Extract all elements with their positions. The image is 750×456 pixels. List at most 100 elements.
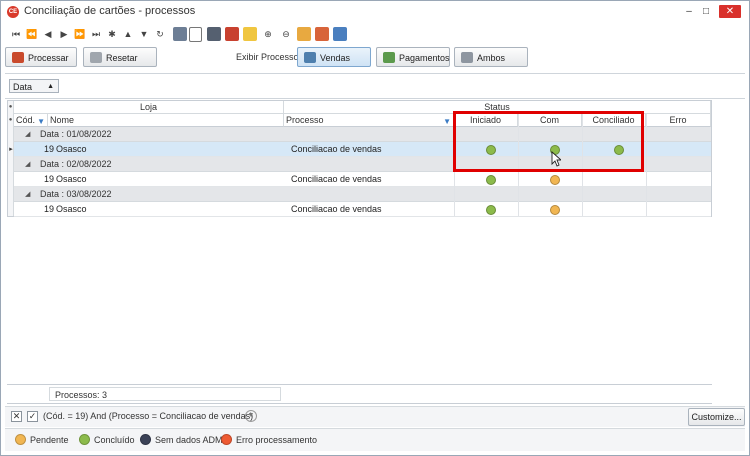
customize-button[interactable]: Customize... <box>688 408 745 426</box>
status-com-pendencias-dot <box>550 205 560 215</box>
column-divider <box>646 114 647 216</box>
group-row[interactable]: ◢ Data : 03/08/2022 <box>14 187 711 202</box>
erro-dot-icon <box>221 434 232 445</box>
band-loja: Loja <box>14 101 284 114</box>
filter-dropdown-icon[interactable]: ▼ <box>245 410 257 422</box>
status-legend: Pendente Concluído Sem dados ADM Erro pr… <box>5 428 745 451</box>
legend-pendente: Pendente <box>15 434 69 446</box>
column-header-erro[interactable]: Erro <box>646 114 711 127</box>
cell-nome: Osasco <box>56 144 87 154</box>
legend-label: Erro processamento <box>236 435 318 445</box>
pagamentos-icon <box>383 52 395 63</box>
legend-erro-processamento: Erro processamento <box>221 434 317 446</box>
processos-count: Processos: 3 <box>49 387 281 401</box>
tab-pagamentos-label: Pagamentos <box>399 53 450 63</box>
insert-record-icon[interactable]: ✱ <box>105 27 119 41</box>
table-row[interactable]: 19 Osasco Conciliacao de vendas <box>14 202 711 217</box>
prev-record-icon[interactable]: ◀ <box>41 27 55 41</box>
processar-button[interactable]: Processar <box>5 47 77 67</box>
email-icon[interactable] <box>243 27 257 41</box>
group-label: Data : 01/08/2022 <box>40 129 112 139</box>
status-com-pendencias-dot <box>550 175 560 185</box>
sem-dados-dot-icon <box>140 434 151 445</box>
resetar-button[interactable]: Resetar <box>83 47 157 67</box>
filter-expression[interactable]: (Cód. = 19) And (Processo = Conciliacao … <box>43 411 253 421</box>
exibir-processo-label: Exibir Processo: <box>236 52 302 62</box>
column-header-nome[interactable]: Nome <box>48 114 284 127</box>
clear-filter-icon[interactable]: ✕ <box>11 411 22 422</box>
app-logo-icon: CE <box>7 6 19 18</box>
first-record-icon[interactable]: ⏮ <box>9 27 23 41</box>
edit-up-icon[interactable]: ▲ <box>121 27 135 41</box>
tab-vendas-label: Vendas <box>320 53 351 63</box>
maximize-button[interactable]: □ <box>698 5 714 18</box>
collapse-icon[interactable]: ◢ <box>25 187 30 202</box>
window-title: Conciliação de cartões - processos <box>24 5 196 17</box>
resetar-icon <box>90 52 102 63</box>
filter-down-icon[interactable]: ▼ <box>137 27 151 41</box>
conciliacao-window: CE Conciliação de cartões - processos – … <box>0 0 750 456</box>
processar-icon <box>12 52 24 63</box>
next-record-icon[interactable]: ▶ <box>57 27 71 41</box>
status-iniciado-dot <box>486 205 496 215</box>
cell-cod: 19 <box>43 174 54 184</box>
mouse-cursor-icon <box>551 151 561 167</box>
cell-processo: Conciliacao de vendas <box>291 204 382 214</box>
filter-enabled-checkbox[interactable]: ✓ <box>27 411 38 422</box>
concluido-dot-icon <box>79 434 90 445</box>
group-label: Data : 02/08/2022 <box>40 159 112 169</box>
tab-vendas[interactable]: Vendas <box>297 47 371 67</box>
cell-processo: Conciliacao de vendas <box>291 174 382 184</box>
group-by-label: Data <box>13 82 33 92</box>
legend-sem-dados-adm: Sem dados ADM <box>140 434 223 446</box>
grid-summary-footer: Processos: 3 <box>7 384 712 404</box>
row-pointer-icon: ▸ <box>9 146 13 153</box>
print-icon[interactable] <box>207 27 221 41</box>
group-label: Data : 03/08/2022 <box>40 189 112 199</box>
cell-cod: 19 <box>43 204 54 214</box>
legend-concluido: Concluído <box>79 434 135 446</box>
processar-label: Processar <box>28 53 69 63</box>
minimize-button[interactable]: – <box>681 5 697 18</box>
status-highlight-box <box>453 111 644 172</box>
status-iniciado-dot <box>486 175 496 185</box>
column-header-processo[interactable]: Processo ▼ <box>284 114 454 127</box>
table-row[interactable]: 19 Osasco Conciliacao de vendas <box>14 172 711 187</box>
legend-label: Sem dados ADM <box>155 435 223 445</box>
report-icon[interactable] <box>297 27 311 41</box>
close-button[interactable]: ✕ <box>719 5 741 18</box>
legend-label: Concluído <box>94 435 135 445</box>
tab-ambos[interactable]: Ambos <box>454 47 528 67</box>
last-record-icon[interactable]: ⏭ <box>89 27 103 41</box>
collapse-icon[interactable]: ◢ <box>25 157 30 172</box>
tab-pagamentos[interactable]: Pagamentos <box>376 47 450 67</box>
collapse-icon[interactable]: ◢ <box>25 127 30 142</box>
toolbar: ⏮ ⏪ ◀ ▶ ⏩ ⏭ ✱ ▲ ▼ ↻ ⊕ ⊖ <box>3 25 743 45</box>
refresh-icon[interactable]: ↻ <box>153 27 167 41</box>
export-icon[interactable] <box>333 27 347 41</box>
vendas-icon <box>304 52 316 63</box>
title-bar: CE Conciliação de cartões - processos – … <box>1 1 749 23</box>
zoom-out-icon[interactable]: ⊖ <box>279 27 293 41</box>
folder-icon[interactable] <box>173 27 187 41</box>
zoom-in-icon[interactable]: ⊕ <box>261 27 275 41</box>
next-page-icon[interactable]: ⏩ <box>73 27 87 41</box>
cell-cod: 19 <box>43 144 54 154</box>
filter-bar: ✕ ✓ (Cód. = 19) And (Processo = Concilia… <box>5 406 745 427</box>
sort-asc-icon: ▲ <box>47 83 54 90</box>
process-bar: Processar Resetar Exibir Processo: Venda… <box>5 47 745 69</box>
column-processo-label: Processo <box>286 115 324 125</box>
prev-page-icon[interactable]: ⏪ <box>25 27 39 41</box>
document-icon[interactable] <box>189 27 202 42</box>
cell-processo: Conciliacao de vendas <box>291 144 382 154</box>
tab-ambos-label: Ambos <box>477 53 506 63</box>
cell-nome: Osasco <box>56 204 87 214</box>
column-header-cod[interactable]: Cód. ▼ <box>14 114 48 127</box>
ambos-icon <box>461 52 473 63</box>
legend-label: Pendente <box>30 435 69 445</box>
pdf-icon[interactable] <box>225 27 239 41</box>
grid-export-icon[interactable] <box>315 27 329 41</box>
cell-nome: Osasco <box>56 174 87 184</box>
group-by-data-chip[interactable]: Data ▲ <box>9 79 59 93</box>
column-cod-label: Cód. <box>16 115 36 125</box>
